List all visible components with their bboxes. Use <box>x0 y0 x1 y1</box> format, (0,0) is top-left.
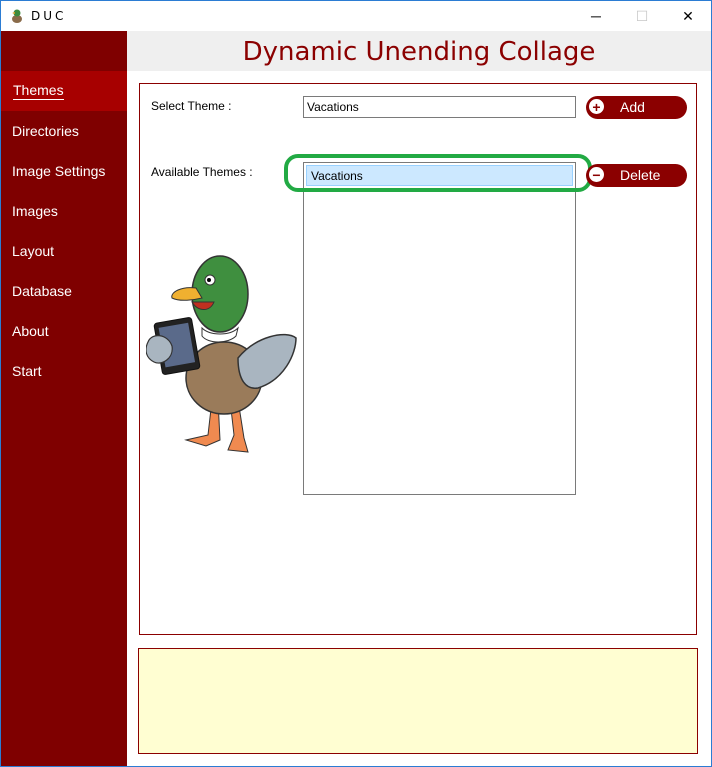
plus-icon: + <box>587 97 606 116</box>
available-themes-list[interactable]: Vacations <box>303 162 576 495</box>
sidebar-item-directories[interactable]: Directories <box>1 111 127 151</box>
minus-icon: − <box>587 165 606 184</box>
sidebar-item-themes[interactable]: Themes <box>1 71 127 111</box>
status-area <box>138 648 698 754</box>
sidebar-nav: Themes Directories Image Settings Images… <box>1 31 127 766</box>
sidebar-item-label: Directories <box>12 123 79 139</box>
app-header: Dynamic Unending Collage <box>127 31 711 71</box>
sidebar-item-label: Database <box>12 283 72 299</box>
close-button[interactable]: ✕ <box>665 1 711 31</box>
sidebar-item-label: About <box>12 323 49 339</box>
select-theme-input[interactable] <box>303 96 576 118</box>
sidebar-item-label: Start <box>12 363 42 379</box>
minimize-button[interactable]: ─ <box>573 1 619 31</box>
sidebar-item-label: Image Settings <box>12 163 106 179</box>
delete-button-label: Delete <box>620 167 661 183</box>
available-themes-label: Available Themes : <box>151 165 253 179</box>
sidebar-item-database[interactable]: Database <box>1 271 127 311</box>
sidebar-item-label: Themes <box>13 82 64 100</box>
add-button-label: Add <box>620 99 645 115</box>
duck-app-icon <box>12 9 22 23</box>
sidebar-item-images[interactable]: Images <box>1 191 127 231</box>
sidebar-item-label: Layout <box>12 243 55 259</box>
sidebar-item-about[interactable]: About <box>1 311 127 351</box>
maximize-button[interactable]: ☐ <box>619 1 665 31</box>
sidebar-item-start[interactable]: Start <box>1 351 127 391</box>
select-theme-label: Select Theme : <box>151 99 232 113</box>
sidebar-item-layout[interactable]: Layout <box>1 231 127 271</box>
sidebar-item-image-settings[interactable]: Image Settings <box>1 151 127 191</box>
window-title: DUC <box>31 9 67 23</box>
highlight-annotation <box>284 154 592 192</box>
add-theme-button[interactable]: + Add <box>586 96 687 119</box>
duck-mascot-image <box>146 255 297 453</box>
sidebar-item-label: Images <box>12 203 58 219</box>
page-title: Dynamic Unending Collage <box>242 37 596 67</box>
title-bar[interactable]: DUC ─ ☐ ✕ <box>1 1 711 31</box>
delete-theme-button[interactable]: − Delete <box>586 164 687 187</box>
